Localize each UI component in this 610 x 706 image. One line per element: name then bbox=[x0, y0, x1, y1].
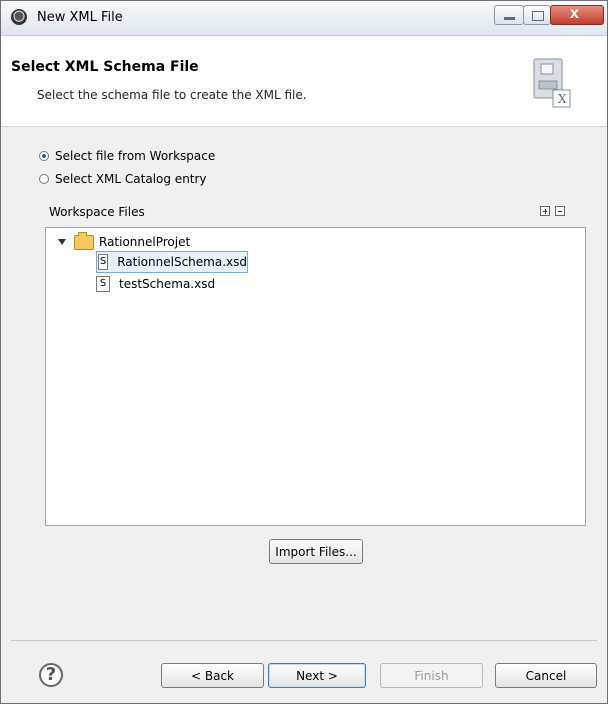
tree-toolbar bbox=[540, 206, 565, 216]
catalog-radio-label: Select XML Catalog entry bbox=[55, 172, 207, 186]
chevron-down-icon[interactable] bbox=[58, 239, 66, 245]
schema-file-icon: S bbox=[98, 254, 109, 270]
tree-file-label: testSchema.xsd bbox=[119, 277, 216, 291]
svg-text:X: X bbox=[558, 92, 567, 106]
schema-file-icon: S bbox=[96, 276, 110, 292]
title-bar: New XML File bbox=[1, 1, 607, 36]
help-icon[interactable]: ? bbox=[39, 663, 63, 687]
workspace-file-tree[interactable]: RationnelProjet S RationnelSchema.xsd S … bbox=[45, 227, 586, 526]
tree-root-item[interactable]: RationnelProjet bbox=[58, 231, 190, 253]
back-button[interactable]: < Back bbox=[161, 663, 264, 688]
app-icon bbox=[11, 9, 27, 25]
close-button[interactable] bbox=[550, 5, 604, 25]
workspace-radio-label: Select file from Workspace bbox=[55, 149, 216, 163]
cancel-button[interactable]: Cancel bbox=[495, 663, 597, 688]
new-xml-file-dialog: New XML File Select XML Schema File Sele… bbox=[0, 0, 608, 704]
tree-file-label: RationnelSchema.xsd bbox=[117, 255, 247, 269]
tree-file-item[interactable]: S testSchema.xsd bbox=[96, 273, 215, 295]
xml-schema-icon: X bbox=[533, 58, 571, 108]
page-subtitle: Select the schema file to create the XML… bbox=[37, 88, 307, 102]
minimize-button[interactable] bbox=[494, 5, 524, 25]
catalog-radio[interactable] bbox=[39, 174, 49, 184]
wizard-header bbox=[1, 36, 607, 127]
tree-file-item-selected[interactable]: S RationnelSchema.xsd bbox=[96, 251, 248, 273]
expand-all-icon[interactable] bbox=[540, 206, 550, 216]
finish-button: Finish bbox=[380, 663, 483, 688]
workspace-files-label: Workspace Files bbox=[49, 205, 145, 219]
catalog-source-option[interactable]: Select XML Catalog entry bbox=[39, 169, 207, 189]
workspace-radio[interactable] bbox=[39, 151, 49, 161]
next-button[interactable]: Next > bbox=[268, 663, 366, 688]
button-separator bbox=[11, 640, 597, 641]
window-title: New XML File bbox=[37, 10, 123, 25]
folder-icon bbox=[74, 231, 94, 250]
page-title: Select XML Schema File bbox=[11, 59, 199, 75]
maximize-button[interactable] bbox=[523, 5, 551, 25]
import-files-button[interactable]: Import Files... bbox=[269, 539, 363, 564]
collapse-all-icon[interactable] bbox=[555, 206, 565, 216]
tree-root-label: RationnelProjet bbox=[99, 235, 191, 249]
workspace-source-option[interactable]: Select file from Workspace bbox=[39, 146, 215, 166]
